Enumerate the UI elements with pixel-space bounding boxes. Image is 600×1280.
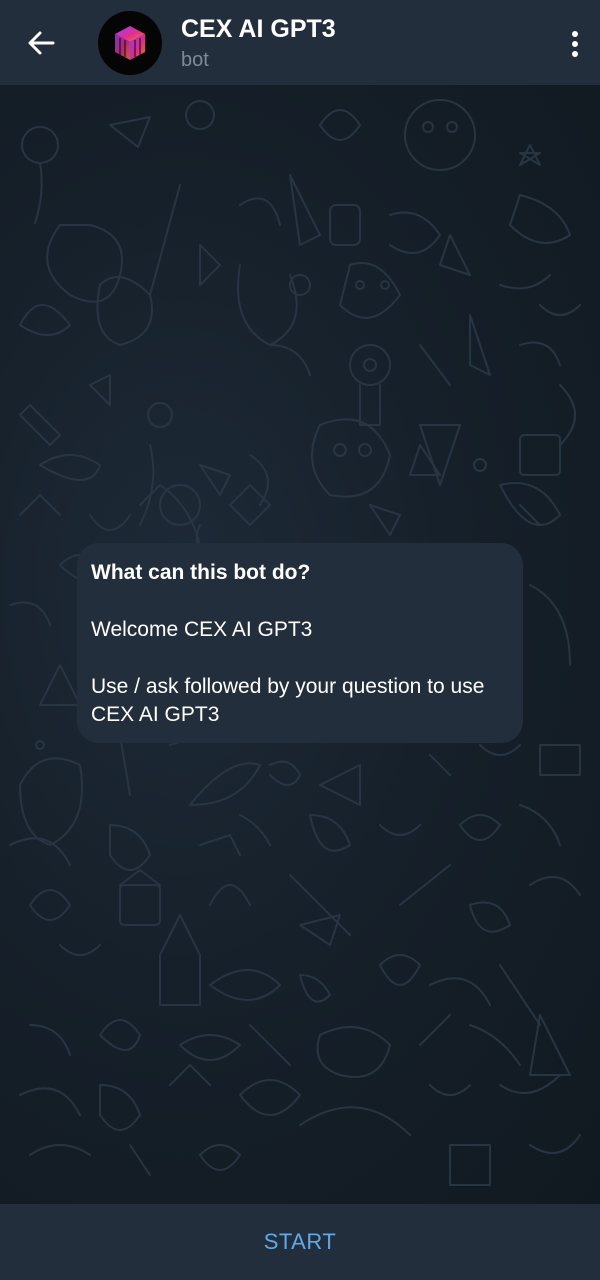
chat-title: CEX AI GPT3	[181, 15, 336, 43]
intro-welcome-text: Welcome CEX AI GPT3	[91, 618, 313, 641]
arrow-left-icon	[28, 31, 55, 55]
more-vertical-icon	[572, 31, 578, 57]
telegram-chat-screen: CEX AI GPT3 bot What can this bot do? We…	[0, 0, 600, 1280]
avatar[interactable]	[98, 11, 162, 75]
back-button[interactable]	[18, 20, 64, 66]
chat-title-block[interactable]: CEX AI GPT3 bot	[181, 13, 336, 73]
cube-logo-icon	[115, 26, 145, 60]
intro-usage-text: Use / ask followed by your question to u…	[91, 675, 485, 726]
intro-heading: What can this bot do?	[91, 561, 311, 584]
chat-subtitle: bot	[181, 49, 209, 71]
chat-header: CEX AI GPT3 bot	[0, 0, 600, 85]
bottom-bar: START	[0, 1204, 600, 1280]
more-menu-button[interactable]	[532, 24, 580, 64]
bot-intro-message: What can this bot do? Welcome CEX AI GPT…	[77, 543, 523, 743]
start-button[interactable]: START	[224, 1219, 377, 1265]
chat-area[interactable]: What can this bot do? Welcome CEX AI GPT…	[0, 85, 600, 1204]
